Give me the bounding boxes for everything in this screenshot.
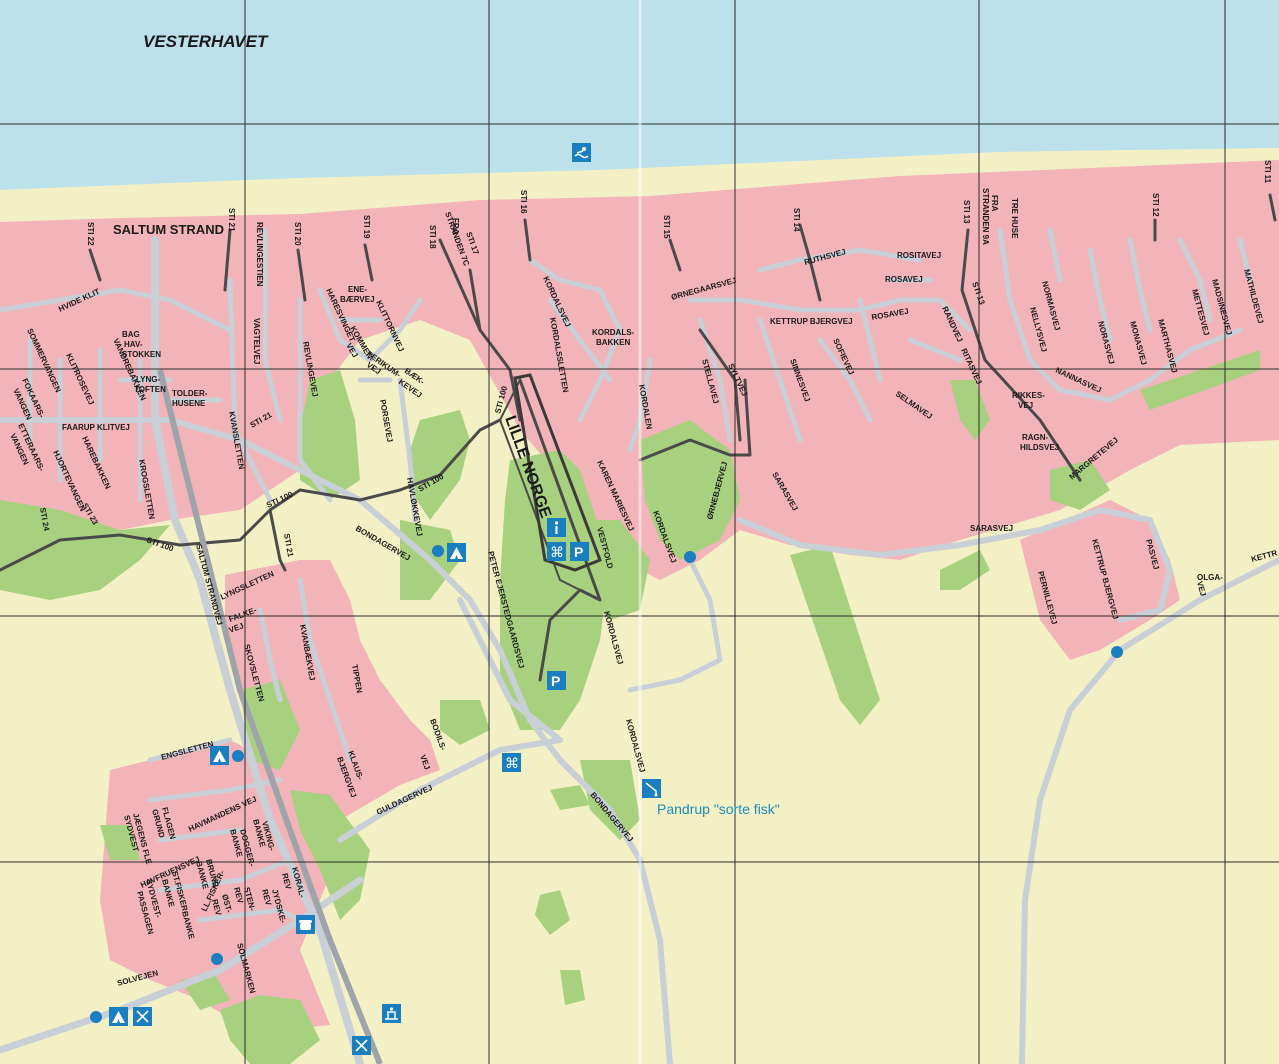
street-label: BAG bbox=[122, 330, 140, 339]
attraction-icon[interactable]: ⌘ bbox=[547, 542, 566, 561]
pandrup-label: Pandrup "sorte fisk" bbox=[657, 801, 780, 817]
street-label: TOFTEN bbox=[134, 385, 166, 394]
camping-icon[interactable] bbox=[447, 543, 466, 562]
parking-icon[interactable]: P bbox=[570, 542, 589, 561]
telephone-icon[interactable] bbox=[296, 915, 315, 934]
dot-marker[interactable] bbox=[211, 953, 223, 965]
sea-label: VESTERHAVET bbox=[143, 32, 269, 51]
dot-marker[interactable] bbox=[432, 545, 444, 557]
street-label: REVLINGESTIEN bbox=[255, 222, 264, 287]
street-label: BAKKEN bbox=[596, 338, 630, 347]
street-label: STI 14 bbox=[792, 208, 801, 232]
street-label: RIKKES- bbox=[1012, 391, 1045, 400]
street-label: VEJ bbox=[1018, 401, 1033, 410]
street-label: STI 11 bbox=[1263, 160, 1272, 184]
restaurant-icon[interactable] bbox=[352, 1036, 371, 1055]
street-label: STI 13 bbox=[962, 200, 971, 224]
street-label: STI 21 bbox=[227, 208, 236, 232]
attraction-icon[interactable]: ⌘ bbox=[502, 753, 521, 772]
street-label: LYNG- bbox=[136, 375, 160, 384]
street-label: ROSITAVEJ bbox=[897, 251, 941, 260]
street-label: STRANDEN 9A bbox=[981, 188, 990, 245]
street-label: KORDALS- bbox=[592, 328, 635, 337]
svg-text:⌘: ⌘ bbox=[505, 755, 519, 771]
street-label: HUSENE bbox=[172, 399, 206, 408]
svg-text:P: P bbox=[551, 673, 560, 689]
street-label: VAGTELVEJ bbox=[252, 318, 261, 364]
street-label: FRA bbox=[990, 195, 999, 212]
svg-text:P: P bbox=[574, 544, 583, 560]
camping-icon[interactable] bbox=[210, 746, 229, 765]
street-label: STI 15 bbox=[662, 215, 671, 239]
street-label: BÆRVEJ bbox=[340, 295, 375, 304]
dot-marker[interactable] bbox=[1111, 646, 1123, 658]
dot-marker[interactable] bbox=[684, 551, 696, 563]
street-label: HAV- bbox=[124, 340, 143, 349]
street-label: STI 18 bbox=[428, 225, 437, 249]
street-label: KETTRUP BJERGVEJ bbox=[770, 317, 853, 326]
street-label: HILDSVEJ bbox=[1020, 443, 1059, 452]
street-label: STI 20 bbox=[293, 222, 302, 246]
street-label: RAGN- bbox=[1022, 433, 1049, 442]
street-label: STI 19 bbox=[362, 215, 371, 239]
street-label: STI 16 bbox=[519, 190, 528, 214]
fishing-icon[interactable] bbox=[642, 779, 661, 798]
street-label: TRE HUSE bbox=[1010, 198, 1019, 239]
playground-icon[interactable] bbox=[382, 1004, 401, 1023]
map-canvas[interactable]: VESTERHAVET SALTUM STRAND LILLE NORGE Pa… bbox=[0, 0, 1279, 1064]
dot-marker[interactable] bbox=[232, 750, 244, 762]
camping-icon[interactable] bbox=[109, 1007, 128, 1026]
svg-text:⌘: ⌘ bbox=[550, 544, 564, 560]
street-label: ROSAVEJ bbox=[885, 275, 923, 284]
restaurant-icon[interactable] bbox=[133, 1007, 152, 1026]
dot-marker[interactable] bbox=[90, 1011, 102, 1023]
street-label: TOLDER- bbox=[172, 389, 208, 398]
swimming-icon[interactable] bbox=[572, 143, 591, 162]
info-icon[interactable] bbox=[547, 518, 566, 537]
street-label: FAARUP KLITVEJ bbox=[62, 423, 130, 432]
street-label: STI 22 bbox=[86, 222, 95, 246]
parking-icon[interactable]: P bbox=[547, 671, 566, 690]
street-label: ENE- bbox=[348, 285, 367, 294]
town-saltum-strand: SALTUM STRAND bbox=[113, 222, 224, 237]
street-label: SARASVEJ bbox=[970, 524, 1013, 533]
street-label: STI 12 bbox=[1151, 193, 1160, 217]
